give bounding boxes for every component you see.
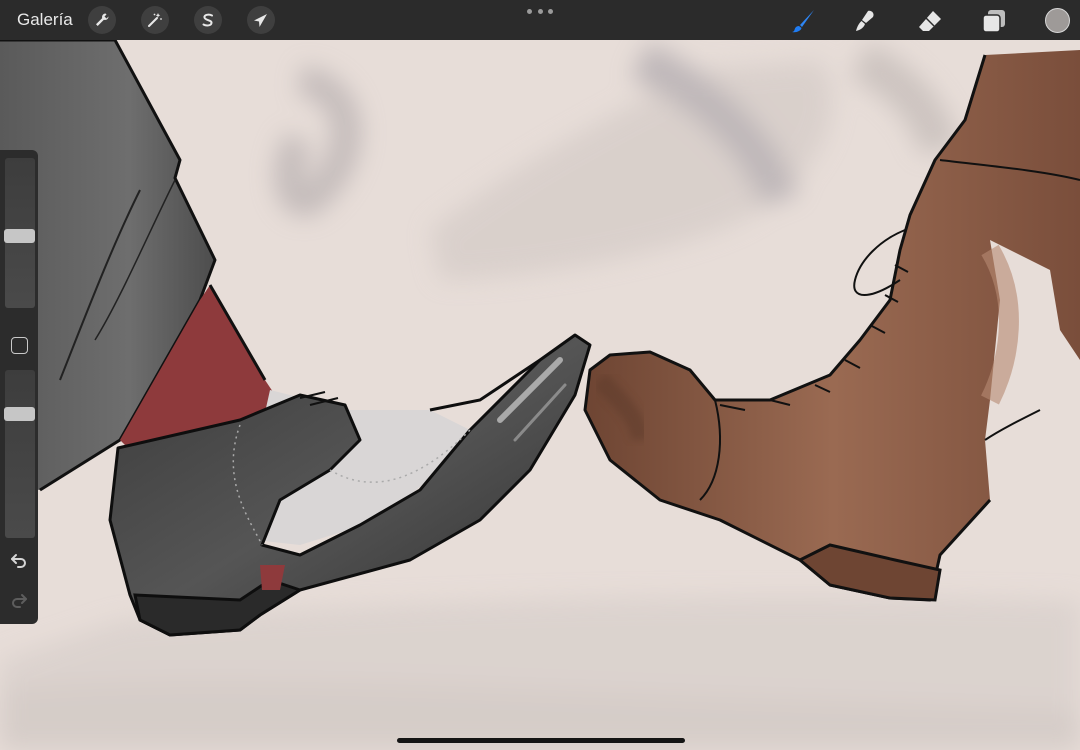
square-modifier-icon[interactable] — [11, 337, 28, 354]
drawing-canvas[interactable] — [0, 40, 1080, 750]
undo-icon — [11, 554, 26, 568]
layers-tool-button[interactable] — [979, 6, 1009, 36]
arrow-cursor-icon — [254, 14, 267, 27]
redo-button[interactable] — [9, 590, 29, 610]
brush-icon — [792, 10, 814, 33]
eraser-icon — [919, 11, 941, 31]
layers-icon — [982, 10, 1005, 33]
undo-button[interactable] — [9, 550, 29, 570]
magic-wand-icon — [148, 13, 162, 27]
actions-button[interactable] — [88, 6, 116, 34]
selection-button[interactable] — [194, 6, 222, 34]
more-dots-icon[interactable] — [527, 4, 553, 18]
side-toolbar — [0, 150, 38, 624]
top-toolbar: Galería — [0, 0, 1080, 40]
smudge-icon — [856, 10, 874, 31]
color-picker-swatch[interactable] — [1045, 8, 1070, 33]
redo-icon — [12, 594, 27, 608]
wrench-icon — [96, 13, 109, 26]
transform-button[interactable] — [247, 6, 275, 34]
gallery-button[interactable]: Galería — [17, 10, 73, 30]
home-indicator[interactable] — [397, 738, 685, 743]
brush-size-thumb[interactable] — [4, 228, 35, 243]
artwork-illustration — [0, 40, 1080, 750]
adjustments-button[interactable] — [141, 6, 169, 34]
selection-s-icon — [202, 13, 213, 27]
opacity-thumb[interactable] — [4, 406, 35, 421]
brush-tool-button[interactable] — [788, 6, 818, 36]
smudge-tool-button[interactable] — [850, 6, 880, 36]
eraser-tool-button[interactable] — [915, 6, 945, 36]
opacity-slider[interactable] — [5, 370, 35, 538]
